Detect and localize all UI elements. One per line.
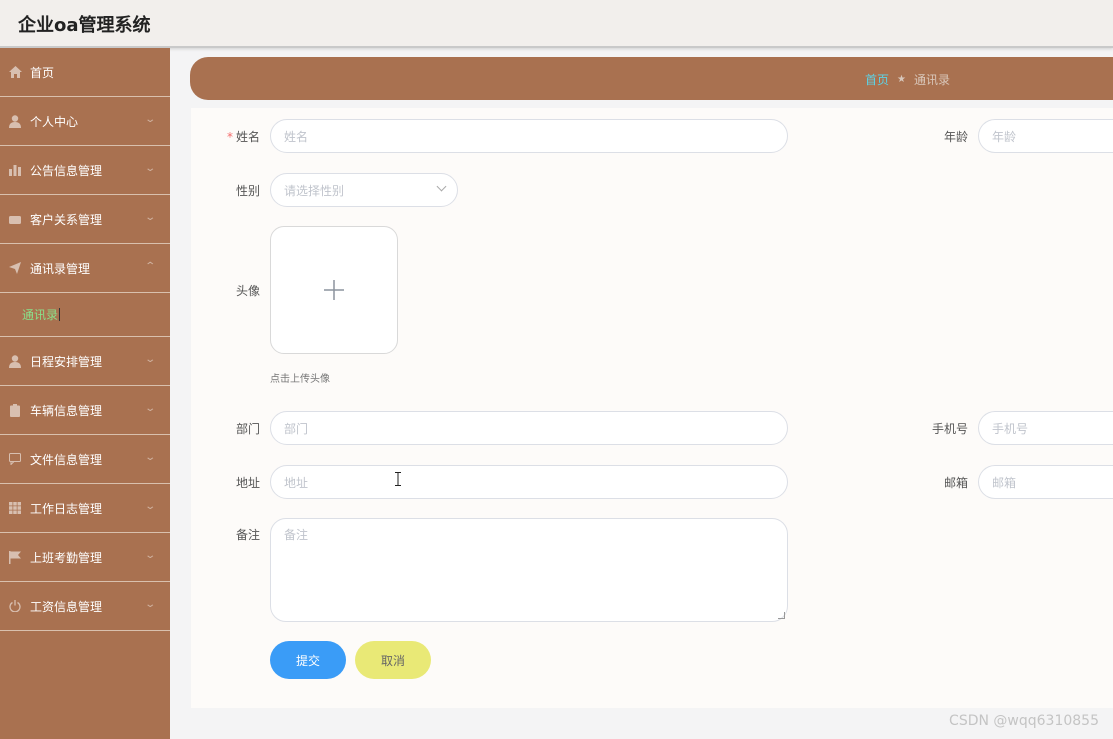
dept-label: 部门: [235, 422, 260, 436]
age-input[interactable]: 年龄: [978, 119, 1113, 153]
sidebar-item-label: 文件信息管理: [30, 452, 103, 467]
sidebar-item-label: 日程安排管理: [30, 354, 103, 369]
sidebar-item-attendance[interactable]: 上班考勤管理 ⌄: [0, 533, 170, 582]
chevron-down-icon: ⌄: [143, 354, 156, 365]
user-icon: [8, 114, 22, 128]
sidebar-item-worklog[interactable]: 工作日志管理 ⌄: [0, 484, 170, 533]
sidebar-item-label: 个人中心: [30, 114, 79, 129]
address-label: 地址: [235, 476, 260, 490]
gender-label: 性别: [235, 184, 260, 198]
chevron-down-icon: ⌄: [143, 403, 156, 414]
chevron-down-icon: ⌄: [143, 550, 156, 561]
sidebar-subitem-contacts[interactable]: 通讯录: [0, 293, 170, 337]
sidebar-item-salary[interactable]: 工资信息管理 ⌄: [0, 582, 170, 631]
cancel-button[interactable]: 取消: [355, 641, 431, 679]
chevron-down-icon: [436, 181, 447, 192]
bar-chart-icon: [8, 163, 22, 177]
sidebar-item-label: 工作日志管理: [30, 501, 103, 516]
email-input[interactable]: 邮箱: [978, 465, 1113, 499]
sidebar-item-label: 通讯录管理: [30, 261, 91, 276]
chevron-up-icon: ⌃: [143, 261, 156, 272]
avatar-upload-tip: 点击上传头像: [270, 374, 330, 385]
email-label: 邮箱: [943, 476, 968, 490]
plus-icon: [324, 280, 344, 300]
chevron-down-icon: ⌄: [143, 501, 156, 512]
sidebar-item-label: 车辆信息管理: [30, 403, 103, 418]
chat-icon: [8, 452, 22, 466]
sidebar-item-contacts[interactable]: 通讯录管理 ⌃: [0, 244, 170, 293]
remark-textarea[interactable]: 备注: [270, 518, 788, 622]
chevron-down-icon: ⌄: [143, 212, 156, 223]
power-icon: [8, 599, 22, 613]
star-icon: ★: [897, 74, 906, 85]
sidebar-item-label: 上班考勤管理: [30, 550, 103, 565]
breadcrumb-current: 通讯录: [913, 73, 950, 87]
phone-input[interactable]: 手机号: [978, 411, 1113, 445]
sidebar-item-label: 客户关系管理: [30, 212, 103, 227]
age-label: 年龄: [943, 130, 968, 144]
chevron-down-icon: ⌄: [143, 452, 156, 463]
top-bar: 企业oa管理系统: [0, 0, 1113, 48]
avatar-label: 头像: [235, 284, 260, 298]
remark-label: 备注: [235, 528, 260, 542]
name-label: * 姓名: [226, 130, 260, 144]
sidebar-item-personal[interactable]: 个人中心 ⌄: [0, 97, 170, 146]
sidebar-item-label: 公告信息管理: [30, 163, 103, 178]
name-input[interactable]: 姓名: [270, 119, 788, 153]
address-input[interactable]: 地址: [270, 465, 788, 499]
chevron-down-icon: ⌄: [143, 599, 156, 610]
sidebar-item-home[interactable]: 首页: [0, 48, 170, 97]
app-title: 企业oa管理系统: [18, 15, 151, 36]
sidebar-item-label: 首页: [30, 65, 55, 80]
dept-input[interactable]: 部门: [270, 411, 788, 445]
gender-select[interactable]: 请选择性别: [270, 173, 458, 207]
send-icon: [8, 261, 22, 275]
flag-icon: [8, 550, 22, 564]
grid-icon: [8, 501, 22, 515]
sidebar-item-customer[interactable]: 客户关系管理 ⌄: [0, 195, 170, 244]
home-icon: [8, 65, 22, 79]
chevron-down-icon: ⌄: [143, 114, 156, 125]
chevron-down-icon: ⌄: [143, 163, 156, 174]
watermark: CSDN @wqq6310855: [949, 713, 1099, 729]
sidebar: 首页 个人中心 ⌄ 公告信息管理 ⌄ 客户关系管理 ⌄ 通讯录管理 ⌃ 通讯录 …: [0, 48, 170, 739]
phone-label: 手机号: [931, 422, 968, 436]
sidebar-item-vehicle[interactable]: 车辆信息管理 ⌄: [0, 386, 170, 435]
sidebar-item-schedule[interactable]: 日程安排管理 ⌄: [0, 337, 170, 386]
breadcrumb: 首页 ★ 通讯录: [865, 71, 950, 88]
user-icon: [8, 354, 22, 368]
submit-button[interactable]: 提交: [270, 641, 346, 679]
breadcrumb-bar: 首页 ★ 通讯录: [190, 57, 1113, 100]
avatar-upload[interactable]: [270, 226, 398, 354]
text-cursor-icon: [395, 472, 401, 486]
sidebar-item-files[interactable]: 文件信息管理 ⌄: [0, 435, 170, 484]
briefcase-icon: [8, 212, 22, 226]
resize-handle[interactable]: [778, 612, 785, 619]
clipboard-icon: [8, 403, 22, 417]
sidebar-item-label: 工资信息管理: [30, 599, 103, 614]
breadcrumb-home-link[interactable]: 首页: [865, 71, 889, 88]
sidebar-item-notice[interactable]: 公告信息管理 ⌄: [0, 146, 170, 195]
